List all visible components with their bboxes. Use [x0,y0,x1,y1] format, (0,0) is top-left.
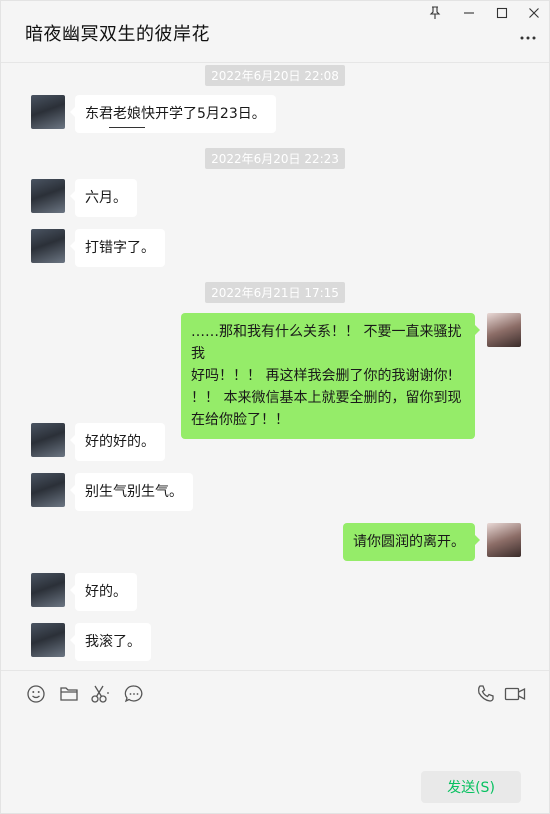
phone-icon[interactable] [475,683,497,705]
timestamp: 2022年6月21日 17:15 [1,282,549,303]
timestamp: 2022年6月20日 22:08 [1,65,549,86]
message-bubble-received[interactable]: 东君老娘快开学了5月23日。 [70,95,276,133]
message-bubble-received[interactable]: 六月。 [70,179,137,217]
pin-icon[interactable] [427,5,443,21]
timestamp: 2022年6月20日 22:23 [1,148,549,169]
contact-avatar[interactable] [31,95,65,129]
contact-avatar[interactable] [31,623,65,657]
self-avatar[interactable] [487,313,521,347]
scissors-icon[interactable] [90,683,112,705]
more-options-icon[interactable] [517,31,539,45]
composer-toolbar [1,670,549,716]
minimize-icon[interactable] [461,5,477,21]
folder-icon[interactable] [58,683,80,705]
message-bubble-received[interactable]: 打错字了。 [70,229,165,267]
message-list[interactable]: 2022年6月20日 22:08 东君老娘快开学了5月23日。 2022年6月2… [1,63,549,670]
send-button[interactable]: 发送(S) [421,771,521,803]
message-bubble-sent[interactable]: ……那和我有什么关系！！ 不要一直来骚扰我 好吗！！！ 再这样我会删了你的我谢谢… [181,313,480,439]
chat-history-icon[interactable] [123,683,145,705]
message-input[interactable] [1,716,549,766]
self-avatar[interactable] [487,523,521,557]
chat-window: 暗夜幽冥双生的彼岸花 2022年6月20日 22:08 东君老娘快开学了5月23… [0,0,550,814]
contact-avatar[interactable] [31,573,65,607]
emoji-icon[interactable] [25,683,47,705]
contact-avatar[interactable] [31,473,65,507]
contact-avatar[interactable] [31,229,65,263]
close-icon[interactable] [526,5,542,21]
message-bubble-received[interactable]: 我滚了。 [70,623,151,661]
contact-avatar[interactable] [31,179,65,213]
chat-title: 暗夜幽冥双生的彼岸花 [25,24,210,45]
video-icon[interactable] [504,683,526,705]
contact-avatar[interactable] [31,423,65,457]
message-bubble-sent[interactable]: 请你圆润的离开。 [343,523,480,561]
message-bubble-received[interactable]: 好的好的。 [70,423,165,461]
maximize-icon[interactable] [494,5,510,21]
message-bubble-received[interactable]: 好的。 [70,573,137,611]
message-bubble-received[interactable]: 别生气别生气。 [70,473,193,511]
title-bar: 暗夜幽冥双生的彼岸花 [1,1,549,63]
spellcheck-underline [109,126,145,128]
